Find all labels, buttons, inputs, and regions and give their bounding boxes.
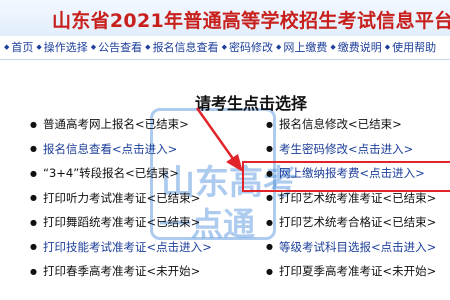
diamond-bullet-icon: ◆ xyxy=(275,43,282,51)
bullet-icon: ● xyxy=(30,144,37,154)
option-print-art-admission: ● 打印艺术统考准考证<已结束> xyxy=(266,186,436,211)
option-print-art-certificate: ● 打印艺术统考合格证<已结束> xyxy=(266,210,436,235)
option-label: 打印艺术统考合格证<已结束> xyxy=(278,215,437,230)
option-link[interactable]: 报名信息查看<点击进入> xyxy=(43,141,177,157)
option-label: “3+4”转段报名<已结束> xyxy=(42,166,179,181)
nav-item-label: 密码修改 xyxy=(228,41,273,54)
option-label: 打印舞蹈统考准考证<已结束> xyxy=(42,215,201,230)
page-subtitle: 请考生点击选择 xyxy=(195,94,308,113)
top-nav: ◆ 首页 ◆ 操作选择 ◆ 公告查看 ◆ 报名信息查看 ◆ 密码修改 ◆ 网上缴费 ◆ 缴费说… xyxy=(0,36,450,58)
nav-item-home[interactable]: ◆ 首页 xyxy=(4,39,33,55)
option-label: 打印听力考试准考证<已结束> xyxy=(42,190,201,205)
option-3plus4-registration: ● “3+4”转段报名<已结束> xyxy=(30,161,212,186)
bullet-icon: ● xyxy=(30,168,37,178)
option-label: 打印春季高考准考证<未开始> xyxy=(42,264,201,279)
nav-item-payment-guide[interactable]: ◆ 缴费说明 xyxy=(330,39,381,55)
option-select-level-subjects[interactable]: ● 等级考试科目选报<点击进入> xyxy=(266,235,436,260)
nav-item-announcements[interactable]: ◆ 公告查看 xyxy=(91,39,142,55)
nav-item-registration-info[interactable]: ◆ 报名信息查看 xyxy=(145,39,218,55)
option-gaokao-registration: ● 普通高考网上报名<已结束> xyxy=(30,112,212,137)
option-link[interactable]: 打印技能考试准考证<点击进入> xyxy=(43,239,212,255)
site-title: 山东省2021年普通高等学校招生考试信息平台 xyxy=(52,10,450,32)
nav-item-label: 网上缴费 xyxy=(283,41,328,54)
nav-item-label: 报名信息查看 xyxy=(152,41,219,54)
nav-item-online-payment[interactable]: ◆ 网上缴费 xyxy=(276,39,327,55)
diamond-bullet-icon: ◆ xyxy=(36,43,42,51)
diamond-bullet-icon: ◆ xyxy=(221,43,227,51)
option-link[interactable]: 等级考试科目选报<点击进入> xyxy=(279,239,436,255)
option-link[interactable]: 网上缴纳报考费<点击进入> xyxy=(279,165,425,181)
nav-item-label: 缴费说明 xyxy=(337,41,382,54)
nav-divider xyxy=(0,59,450,60)
option-pay-exam-fee[interactable]: ● 网上缴纳报考费<点击进入> xyxy=(266,161,436,186)
left-option-list: ● 普通高考网上报名<已结束> ● 报名信息查看<点击进入> ● “3+4”转段报名<… xyxy=(30,112,212,284)
bullet-icon: ● xyxy=(30,193,37,203)
bullet-icon: ● xyxy=(266,217,273,227)
option-change-password[interactable]: ● 考生密码修改<点击进入> xyxy=(266,137,436,162)
bullet-icon: ● xyxy=(30,242,37,252)
nav-item-operation-select[interactable]: ◆ 操作选择 xyxy=(36,39,87,55)
nav-item-label: 使用帮助 xyxy=(392,41,437,54)
bullet-icon: ● xyxy=(266,144,273,154)
header: 山东省2021年普通高等学校招生考试信息平台 xyxy=(0,0,450,36)
option-print-summer-admission: ● 打印夏季高考准考证<未开始> xyxy=(266,259,436,284)
nav-item-label: 公告查看 xyxy=(98,41,143,54)
bullet-icon: ● xyxy=(266,193,273,203)
diamond-bullet-icon: ◆ xyxy=(145,43,151,51)
diamond-bullet-icon: ◆ xyxy=(4,43,10,51)
option-label: 打印夏季高考准考证<未开始> xyxy=(278,264,437,279)
option-label: 普通高考网上报名<已结束> xyxy=(42,117,189,132)
bullet-icon: ● xyxy=(30,217,37,227)
option-view-registration-info[interactable]: ● 报名信息查看<点击进入> xyxy=(30,137,212,162)
nav-item-password-change[interactable]: ◆ 密码修改 xyxy=(222,39,273,55)
option-print-listening-admission: ● 打印听力考试准考证<已结束> xyxy=(30,186,212,211)
nav-item-label: 首页 xyxy=(11,41,34,54)
option-modify-registration: ● 报名信息修改<已结束> xyxy=(266,112,436,137)
diamond-bullet-icon: ◆ xyxy=(384,43,391,51)
diamond-bullet-icon: ◆ xyxy=(330,43,336,51)
option-print-skills-admission[interactable]: ● 打印技能考试准考证<点击进入> xyxy=(30,235,212,260)
bullet-icon: ● xyxy=(30,119,37,129)
option-link[interactable]: 考生密码修改<点击进入> xyxy=(279,141,413,157)
nav-item-help[interactable]: ◆ 使用帮助 xyxy=(385,39,436,55)
option-print-spring-admission: ● 打印春季高考准考证<未开始> xyxy=(30,259,212,284)
option-print-dance-admission: ● 打印舞蹈统考准考证<已结束> xyxy=(30,210,212,235)
bullet-icon: ● xyxy=(266,266,273,276)
bullet-icon: ● xyxy=(30,266,37,276)
bullet-icon: ● xyxy=(266,242,273,252)
option-label: 打印艺术统考准考证<已结束> xyxy=(278,190,437,205)
right-option-list: ● 报名信息修改<已结束> ● 考生密码修改<点击进入> ● 网上缴纳报考费<点击进入… xyxy=(266,112,436,284)
bullet-icon: ● xyxy=(266,119,273,129)
nav-item-label: 操作选择 xyxy=(43,41,88,54)
bullet-icon: ● xyxy=(266,168,273,178)
option-label: 报名信息修改<已结束> xyxy=(278,117,402,132)
diamond-bullet-icon: ◆ xyxy=(90,43,97,51)
